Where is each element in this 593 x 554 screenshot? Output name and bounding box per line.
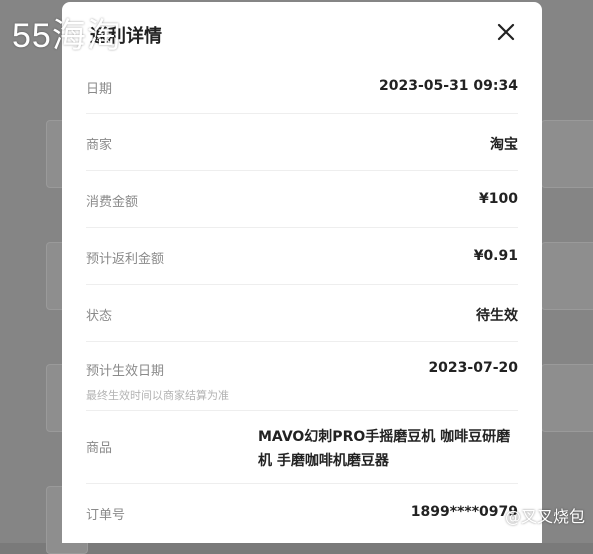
date-label: 日期 — [86, 82, 113, 97]
site-watermark-logo: 55海淘 — [12, 17, 122, 55]
detail-row-amount: 消费金额 ¥100 — [86, 171, 518, 228]
status-label: 状态 — [86, 309, 113, 324]
date-value: 2023-05-31 09:34 — [379, 78, 518, 94]
rebate-detail-modal: 返利详情 日期 2023-05-31 09:34 商家 淘宝 消费金额 ¥100… — [62, 2, 542, 543]
detail-row-status: 状态 待生效 — [86, 285, 518, 342]
effective-date-note: 最终生效时间以商家结算为准 — [86, 389, 229, 402]
effective-date-value: 2023-07-20 — [428, 360, 518, 376]
detail-row-effective-date: 预计生效日期 最终生效时间以商家结算为准 2023-07-20 — [86, 342, 518, 411]
order-label: 订单号 — [86, 508, 126, 523]
effective-date-label: 预计生效日期 — [86, 364, 165, 379]
detail-list: 日期 2023-05-31 09:34 商家 淘宝 消费金额 ¥100 预计返利… — [86, 58, 518, 540]
detail-row-rebate: 预计返利金额 ¥0.91 — [86, 228, 518, 285]
background-card — [541, 242, 593, 310]
merchant-label: 商家 — [86, 138, 113, 153]
detail-row-date: 日期 2023-05-31 09:34 — [86, 58, 518, 114]
background-card — [541, 364, 593, 432]
merchant-value: 淘宝 — [490, 137, 518, 153]
user-watermark: @叉叉烧包 — [504, 507, 585, 526]
status-value: 待生效 — [476, 308, 518, 324]
background-card — [541, 120, 593, 188]
rebate-label: 预计返利金额 — [86, 252, 165, 267]
detail-row-merchant: 商家 淘宝 — [86, 114, 518, 171]
close-icon — [497, 23, 515, 41]
product-label: 商品 — [86, 441, 113, 456]
rebate-value: ¥0.91 — [473, 248, 518, 264]
detail-row-product: 商品 MAVO幻刺PRO手摇磨豆机 咖啡豆研磨机 手磨咖啡机磨豆器 — [86, 411, 518, 484]
amount-value: ¥100 — [479, 191, 518, 207]
order-value: 1899****0979 — [410, 504, 518, 520]
detail-row-order: 订单号 1899****0979 — [86, 484, 518, 540]
amount-label: 消费金额 — [86, 195, 139, 210]
product-value: MAVO幻刺PRO手摇磨豆机 咖啡豆研磨机 手磨咖啡机磨豆器 — [258, 429, 511, 469]
close-button[interactable] — [494, 20, 518, 44]
